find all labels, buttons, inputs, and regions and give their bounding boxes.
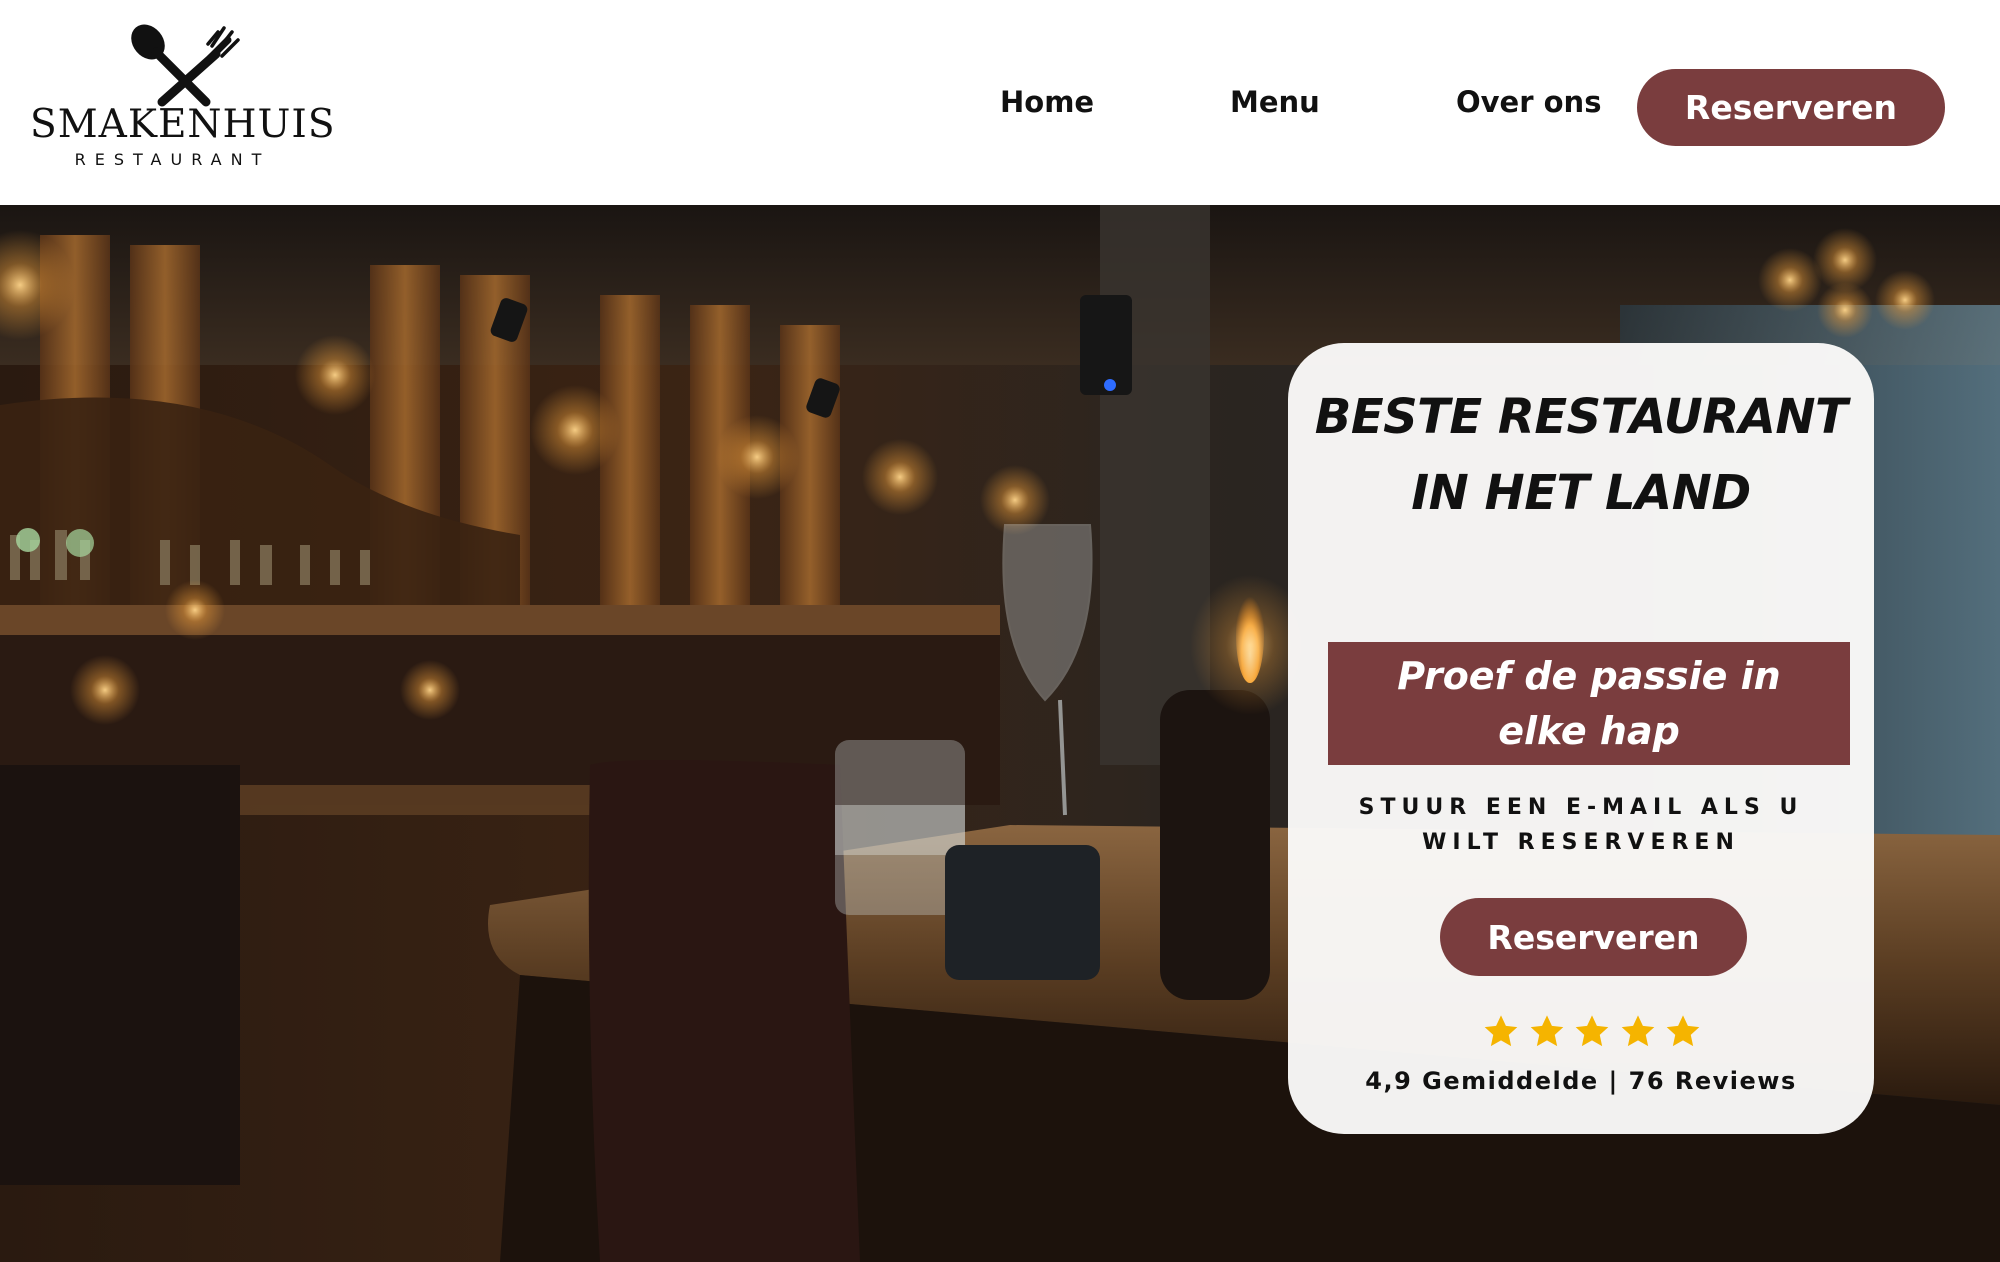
nav-link-over-ons[interactable]: Over ons — [1456, 85, 1601, 119]
logo[interactable]: SMAKENHUIS RESTAURANT — [30, 22, 336, 172]
header-reserve-button[interactable]: Reserveren — [1637, 69, 1945, 146]
site-header: SMAKENHUIS RESTAURANT Home Menu Over ons… — [0, 0, 2000, 205]
star-icon — [1530, 1015, 1563, 1047]
card-title: BESTE RESTAURANT IN HET LAND — [1314, 389, 1848, 521]
rating-stars — [1482, 1013, 1702, 1053]
reservation-instruction: STUUR EEN E-MAIL ALS U WILT RESERVEREN — [1358, 795, 1804, 855]
nav-link-menu[interactable]: Menu — [1230, 85, 1320, 119]
nav-link-home[interactable]: Home — [1000, 85, 1094, 119]
star-icon — [1666, 1015, 1700, 1047]
star-icon — [1621, 1015, 1654, 1047]
brand-name: SMAKENHUIS — [30, 102, 336, 147]
tagline-banner: Proef de passie in elke hap — [1328, 642, 1850, 765]
card-reserve-button[interactable]: Reserveren — [1440, 898, 1747, 976]
tagline: Proef de passie in elke hap — [1397, 653, 1781, 753]
brand-subtitle: RESTAURANT — [74, 150, 271, 169]
star-icon — [1575, 1015, 1609, 1047]
rating-summary: 4,9 Gemiddelde | 76 Reviews — [1365, 1067, 1797, 1095]
spoon-fork-icon — [131, 24, 240, 107]
promo-card: BESTE RESTAURANT IN HET LAND Proef de pa… — [1288, 343, 1874, 1134]
star-icon — [1484, 1015, 1518, 1047]
